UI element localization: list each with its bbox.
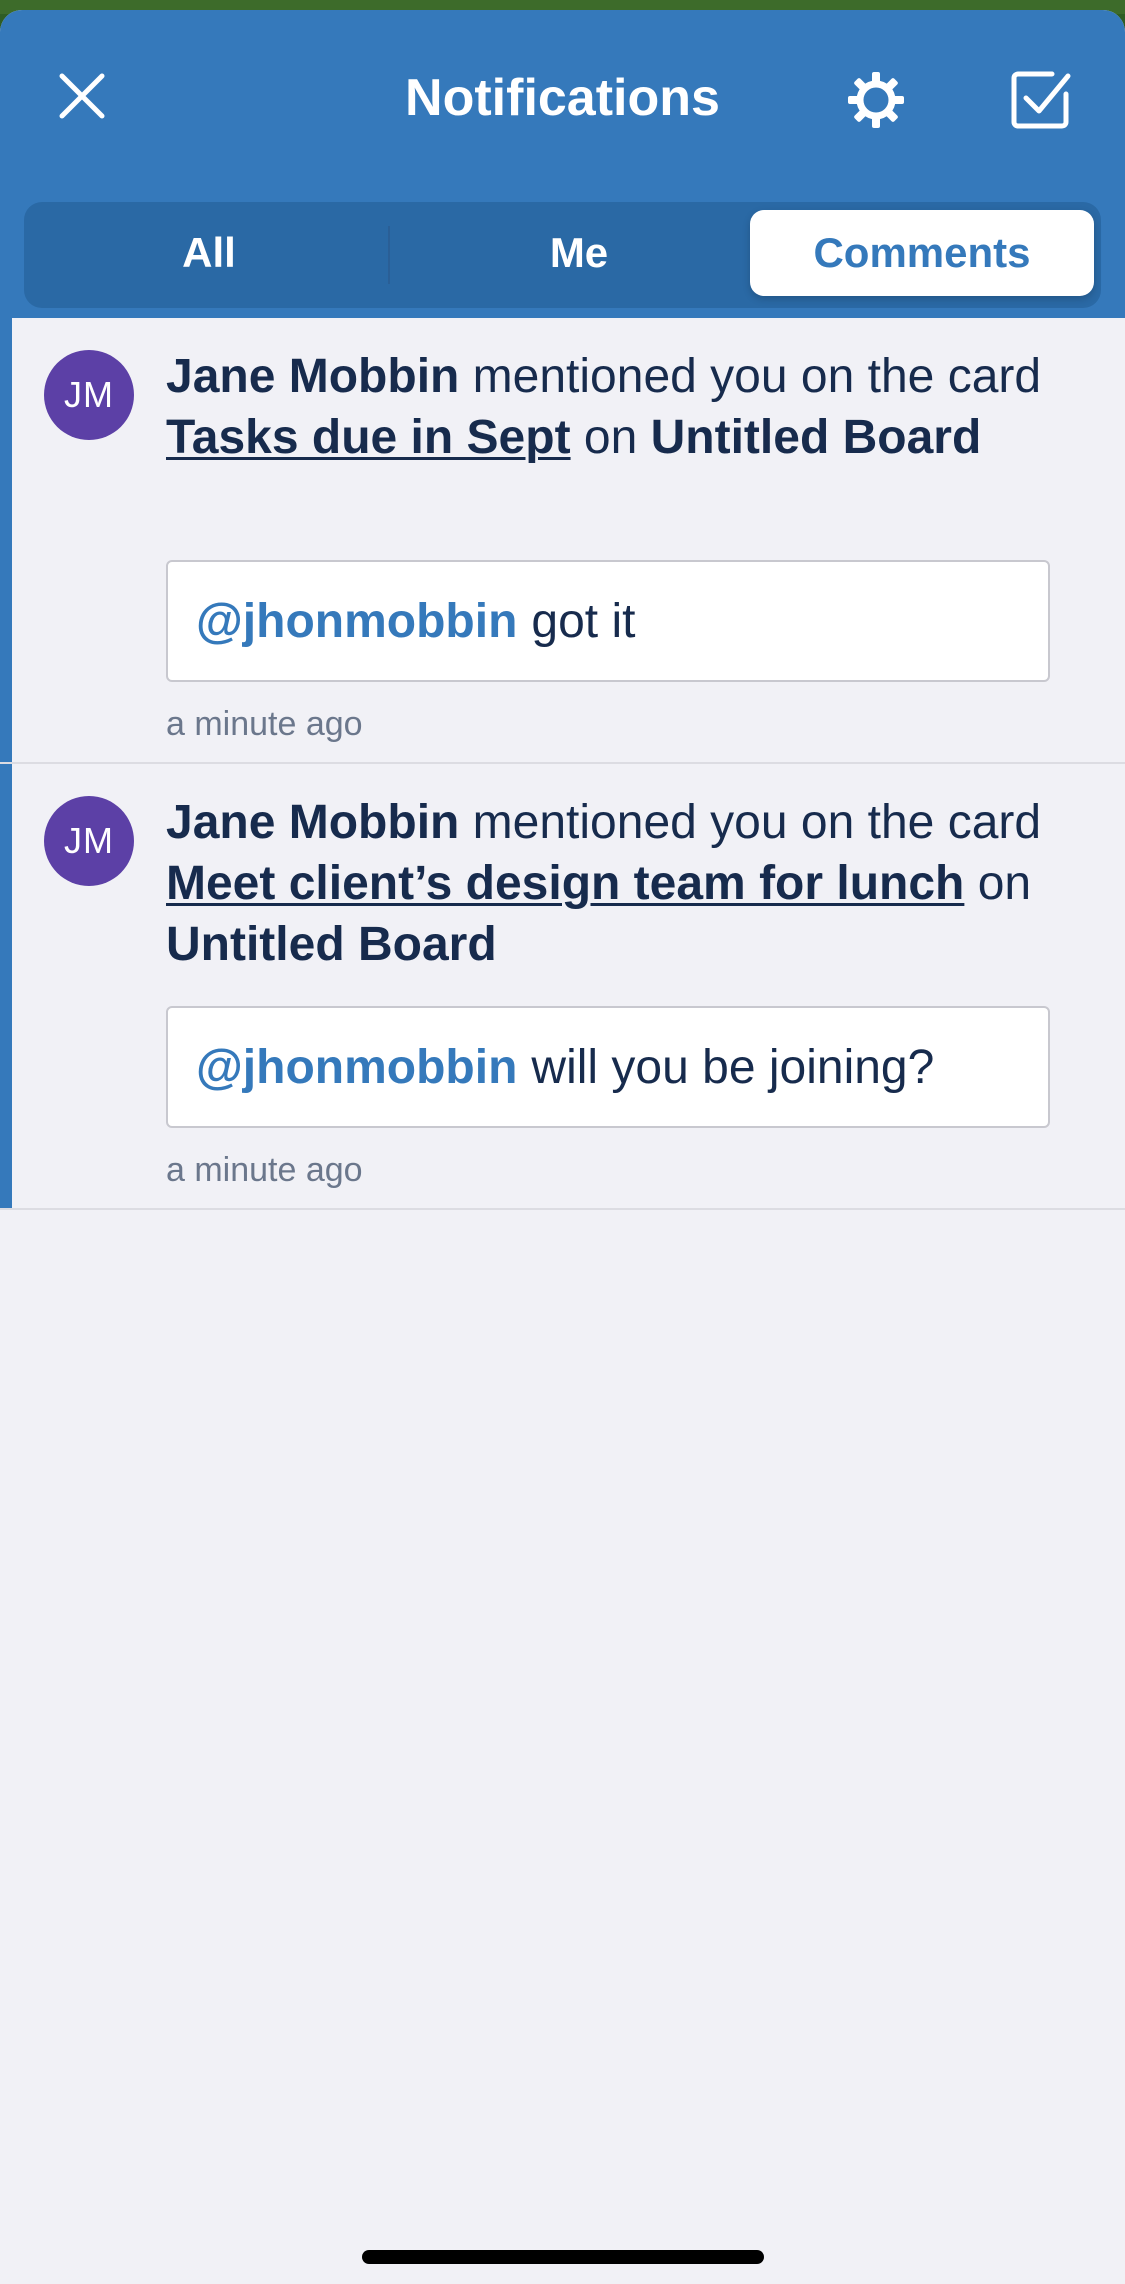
board-name: Untitled Board (166, 918, 497, 971)
tab-all[interactable]: All (32, 210, 386, 296)
gear-icon (848, 72, 904, 128)
close-button[interactable] (46, 60, 118, 132)
mention-link[interactable]: @jhonmobbin (196, 594, 517, 649)
comment-preview[interactable]: @jhonmobbin will you be joining? (166, 1006, 1050, 1128)
notifications-header: Notifications All Me Comments (0, 10, 1125, 318)
notification-message: Jane Mobbin mentioned you on the card Ta… (166, 346, 1046, 468)
avatar[interactable]: JM (44, 350, 134, 440)
timestamp: a minute ago (166, 705, 363, 743)
notification-item[interactable]: JM Jane Mobbin mentioned you on the card… (0, 318, 1125, 764)
mention-link[interactable]: @jhonmobbin (196, 1040, 517, 1095)
avatar[interactable]: JM (44, 796, 134, 886)
board-name: Untitled Board (650, 411, 982, 464)
close-icon (59, 73, 105, 119)
connector-text: on (570, 411, 651, 464)
settings-button[interactable] (840, 64, 912, 136)
card-link[interactable]: Tasks due in Sept (166, 411, 571, 464)
notification-filter-tabs: All Me Comments (24, 202, 1101, 308)
actor-name: Jane Mobbin (166, 796, 460, 849)
mark-all-read-button[interactable] (1002, 62, 1078, 138)
tab-me[interactable]: Me (402, 210, 756, 296)
notification-list: JM Jane Mobbin mentioned you on the card… (0, 318, 1125, 1210)
connector-text: on (964, 857, 1032, 910)
notification-message: Jane Mobbin mentioned you on the card Me… (166, 792, 1046, 975)
comment-text: will you be joining? (531, 1040, 935, 1094)
notification-item[interactable]: JM Jane Mobbin mentioned you on the card… (0, 764, 1125, 1210)
comment-text: got it (531, 594, 636, 648)
comment-preview[interactable]: @jhonmobbin got it (166, 560, 1050, 682)
checkbox-icon (1011, 71, 1071, 129)
notifications-sheet: Notifications All Me Comments JM Jane Mo… (0, 10, 1125, 2284)
action-text: mentioned you on the card (459, 350, 1042, 403)
page-title: Notifications (405, 69, 720, 127)
home-indicator (362, 2250, 764, 2264)
tab-divider (388, 226, 390, 284)
action-text: mentioned you on the card (459, 796, 1042, 849)
tab-comments[interactable]: Comments (750, 210, 1094, 296)
timestamp: a minute ago (166, 1151, 363, 1189)
card-link[interactable]: Meet client’s design team for lunch (166, 857, 964, 910)
unread-indicator (0, 764, 12, 1208)
unread-indicator (0, 318, 12, 762)
actor-name: Jane Mobbin (166, 350, 460, 403)
